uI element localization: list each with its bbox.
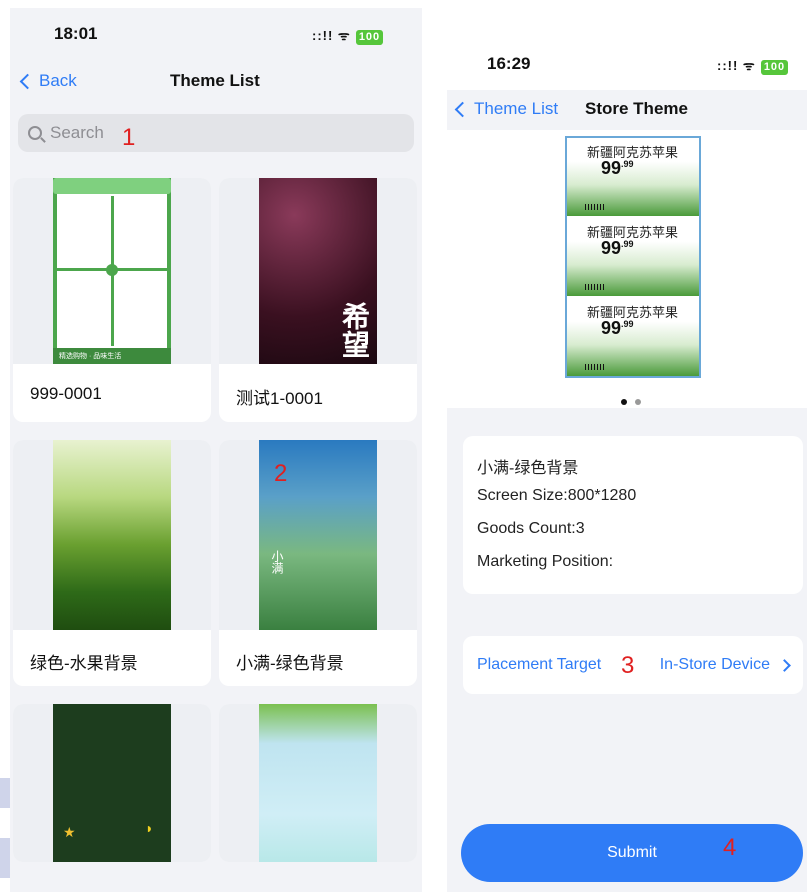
status-bar: 16:29 ::!! ᯤ 100 bbox=[447, 36, 807, 76]
barcode-icon bbox=[585, 204, 605, 210]
search-placeholder: Search bbox=[50, 123, 104, 142]
product-price: 99.99 bbox=[601, 238, 634, 258]
battery-icon: 100 bbox=[355, 30, 384, 45]
goods-count: Goods Count:3 bbox=[477, 520, 585, 537]
search-icon bbox=[28, 126, 42, 140]
store-theme-screen: 16:29 ::!! ᯤ 100 Theme List Store Theme 新… bbox=[447, 36, 807, 892]
theme-thumbnail: 希望 bbox=[259, 178, 377, 364]
status-time: 16:29 bbox=[487, 54, 531, 73]
battery-icon: 100 bbox=[760, 60, 789, 75]
theme-thumbnail: ★ ◗ bbox=[53, 704, 171, 862]
fruit-icon: ◗ bbox=[145, 820, 154, 836]
status-time: 18:01 bbox=[54, 24, 98, 43]
back-button[interactable]: Back bbox=[19, 71, 77, 91]
page-title: Theme List bbox=[170, 71, 260, 90]
product-price: 99.99 bbox=[601, 158, 634, 178]
chevron-left-icon bbox=[19, 73, 36, 89]
annotation-2: 2 bbox=[274, 460, 288, 487]
theme-card[interactable] bbox=[219, 704, 417, 862]
annotation-3: 3 bbox=[621, 652, 635, 679]
back-label: Theme List bbox=[474, 99, 559, 118]
theme-card[interactable]: 小满 小满-绿色背景 bbox=[219, 440, 417, 686]
theme-card[interactable]: 精选购物 · 品味生活 999-0001 bbox=[13, 178, 211, 422]
signal-wifi-icon: ::!! ᯤ 100 bbox=[312, 26, 384, 45]
theme-name: 测试1-0001 bbox=[236, 389, 323, 408]
back-label: Back bbox=[39, 71, 77, 90]
theme-info-card: 小满-绿色背景 Screen Size:800*1280 Goods Count… bbox=[463, 436, 803, 594]
page-title: Store Theme bbox=[585, 99, 688, 118]
thumbnail-caption: 小满 bbox=[270, 550, 284, 574]
placement-target-value[interactable]: In-Store Device bbox=[660, 656, 791, 674]
page-dot bbox=[635, 399, 641, 405]
product-tag: 新疆阿克苏苹果 99.99 bbox=[567, 218, 699, 296]
product-tag: 新疆阿克苏苹果 99.99 bbox=[567, 138, 699, 216]
chevron-left-icon bbox=[454, 101, 471, 117]
annotation-4: 4 bbox=[723, 834, 737, 861]
theme-thumbnail bbox=[259, 704, 377, 862]
search-input[interactable]: Search bbox=[18, 114, 414, 152]
preview-image[interactable]: 新疆阿克苏苹果 99.99 新疆阿克苏苹果 99.99 新疆阿克苏苹果 99.9… bbox=[565, 136, 701, 378]
page-indicator[interactable] bbox=[621, 392, 649, 410]
status-bar: 18:01 ::!! ᯤ 100 bbox=[10, 8, 422, 48]
back-button[interactable]: Theme List bbox=[454, 99, 559, 119]
theme-card[interactable]: ★ ◗ bbox=[13, 704, 211, 862]
thumbnail-caption: 希望 bbox=[339, 302, 370, 358]
chevron-right-icon bbox=[778, 658, 791, 672]
barcode-icon bbox=[585, 364, 605, 370]
theme-name: 小满-绿色背景 bbox=[477, 460, 579, 477]
placement-target-label: Placement Target bbox=[477, 656, 602, 673]
theme-list-screen: 18:01 ::!! ᯤ 100 Back Theme List Search 1… bbox=[10, 8, 422, 892]
signal-wifi-icon: ::!! ᯤ 100 bbox=[717, 56, 789, 75]
marketing-position: Marketing Position: bbox=[477, 553, 614, 570]
screen-size: Screen Size:800*1280 bbox=[477, 487, 637, 504]
theme-thumbnail: 精选购物 · 品味生活 bbox=[53, 178, 171, 364]
theme-card[interactable]: 希望 测试1-0001 bbox=[219, 178, 417, 422]
annotation-1: 1 bbox=[122, 124, 136, 151]
star-icon: ★ bbox=[63, 824, 76, 840]
side-decoration bbox=[0, 838, 10, 878]
theme-thumbnail bbox=[53, 440, 171, 630]
thumbnail-caption: 精选购物 · 品味生活 bbox=[59, 353, 122, 360]
barcode-icon bbox=[585, 284, 605, 290]
side-decoration bbox=[0, 778, 10, 808]
theme-card[interactable]: 绿色-水果背景 bbox=[13, 440, 211, 686]
theme-name: 绿色-水果背景 bbox=[30, 654, 138, 673]
theme-name: 小满-绿色背景 bbox=[236, 654, 344, 673]
theme-name: 999-0001 bbox=[30, 384, 102, 403]
page-dot-active bbox=[621, 399, 627, 405]
submit-button[interactable]: Submit bbox=[461, 824, 803, 882]
product-tag: 新疆阿克苏苹果 99.99 bbox=[567, 298, 699, 376]
product-price: 99.99 bbox=[601, 318, 634, 338]
